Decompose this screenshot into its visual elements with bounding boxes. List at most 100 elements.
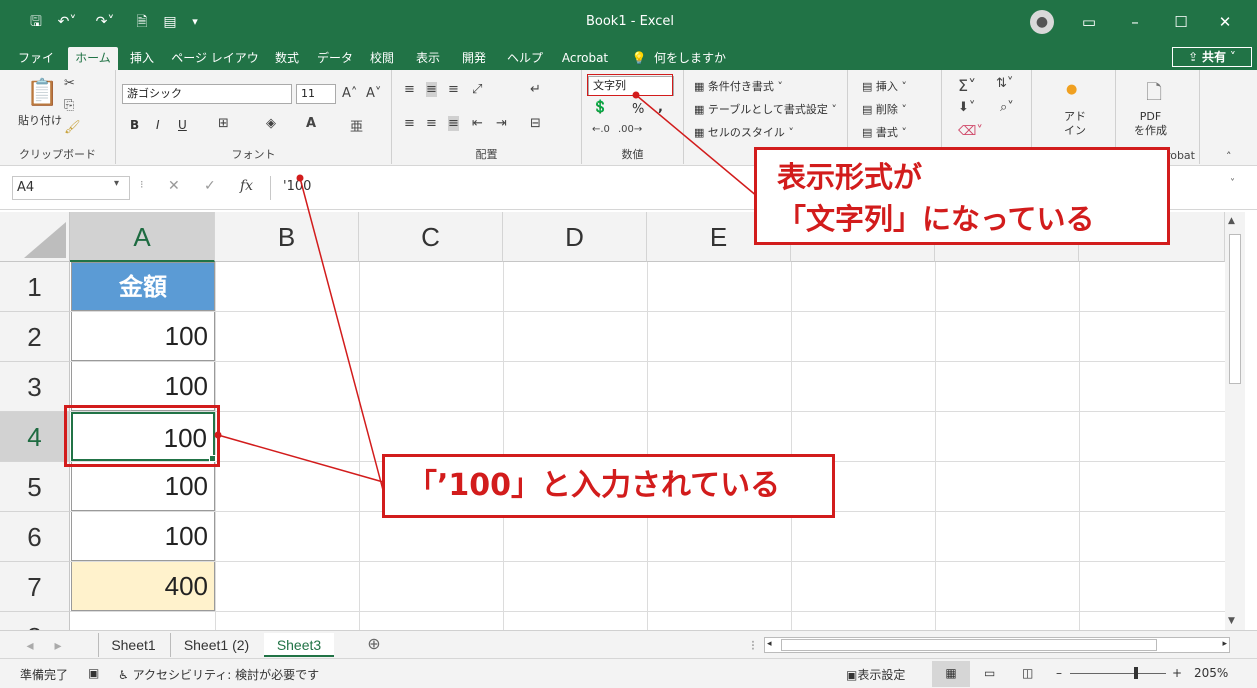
font-color-icon[interactable]: A <box>306 116 316 131</box>
row-header-4[interactable]: 4 <box>0 412 70 462</box>
underline-button[interactable]: U <box>178 118 187 132</box>
cancel-icon[interactable]: ✕ <box>168 178 180 194</box>
cell-a6[interactable]: 100 <box>71 512 215 561</box>
column-header-c[interactable]: C <box>359 212 503 262</box>
redo-icon[interactable]: ↷˅ <box>92 12 118 32</box>
decrease-decimal-icon[interactable]: .00→ <box>618 124 642 135</box>
scroll-left-icon[interactable]: ◂ <box>767 639 772 649</box>
cut-icon[interactable]: ✂ <box>64 76 75 91</box>
conditional-formatting-button[interactable]: ▦ 条件付き書式 ˅ <box>694 78 783 94</box>
tab-page-layout[interactable]: ページ レイアウト <box>168 47 262 88</box>
select-all-corner[interactable] <box>0 212 70 262</box>
expand-formula-icon[interactable]: ˅ <box>1230 178 1235 189</box>
addins-icon[interactable]: ● <box>1066 82 1077 97</box>
orientation-icon[interactable]: ⤢ <box>472 82 482 97</box>
zoom-in-icon[interactable]: + <box>1172 666 1182 680</box>
fill-icon[interactable]: ⬇˅ <box>958 100 975 115</box>
restore-button[interactable]: ☐ <box>1166 10 1196 34</box>
tab-acrobat[interactable]: Acrobat <box>556 47 614 70</box>
copy-icon[interactable]: ⎘ <box>64 98 74 113</box>
align-left-icon[interactable]: ≡ <box>404 116 415 131</box>
form-icon[interactable]: ▤ <box>160 12 180 32</box>
page-layout-view-icon[interactable]: ▭ <box>984 666 995 680</box>
tab-file[interactable]: ファイル <box>14 47 58 88</box>
zoom-slider[interactable] <box>1070 673 1166 674</box>
save-icon[interactable]: 🖫 <box>26 12 46 32</box>
font-name-combo[interactable]: 游ゴシック <box>122 84 292 104</box>
row-header-3[interactable]: 3 <box>0 362 70 412</box>
row-header-1[interactable]: 1 <box>0 262 70 312</box>
tab-view[interactable]: 表示 <box>410 47 446 70</box>
cell-a3[interactable]: 100 <box>71 362 215 411</box>
autosum-icon[interactable]: Σ˅ <box>958 76 976 95</box>
sheet-tab-active[interactable]: Sheet3 <box>264 633 334 657</box>
page-break-view-icon[interactable]: ◫ <box>1022 666 1033 680</box>
tab-home[interactable]: ホーム <box>68 47 118 70</box>
column-header-d[interactable]: D <box>503 212 647 262</box>
row-header-6[interactable]: 6 <box>0 512 70 562</box>
format-painter-icon[interactable]: 🖌 <box>64 120 81 135</box>
vertical-scroll-thumb[interactable] <box>1229 234 1241 384</box>
borders-icon[interactable]: ⊞ <box>218 116 229 131</box>
name-box[interactable]: A4 <box>12 176 130 200</box>
tab-formulas[interactable]: 数式 <box>268 47 306 70</box>
zoom-out-icon[interactable]: – <box>1056 666 1062 680</box>
cell-a7[interactable]: 400 <box>71 562 215 611</box>
insert-cells-button[interactable]: ▤ 挿入 ˅ <box>862 78 907 94</box>
fill-color-icon[interactable]: ◈ <box>266 116 276 131</box>
accessibility-status[interactable]: ♿ アクセシビリティ: 検討が必要です <box>118 666 319 683</box>
accounting-format-icon[interactable]: 💲 <box>592 100 608 115</box>
enter-icon[interactable]: ✓ <box>204 178 216 194</box>
format-as-table-button[interactable]: ▦ テーブルとして書式設定 ˅ <box>694 101 837 117</box>
prev-sheet-icon[interactable]: ◂ <box>22 633 38 657</box>
vertical-scrollbar[interactable]: ▲ ▼ <box>1225 212 1245 630</box>
pdf-icon[interactable]: 🗋 <box>1146 78 1162 112</box>
row-header-5[interactable]: 5 <box>0 462 70 512</box>
tab-developer[interactable]: 開発 <box>456 47 492 70</box>
addins-button[interactable]: アド イン <box>1064 110 1086 138</box>
increase-decimal-icon[interactable]: ←.0 <box>592 124 610 135</box>
wrap-text-icon[interactable]: ↵ <box>530 82 541 97</box>
column-header-a[interactable]: A <box>70 212 215 262</box>
collapse-ribbon-icon[interactable]: ˄ <box>1226 150 1232 163</box>
row-header-7[interactable]: 7 <box>0 562 70 612</box>
cell-a1[interactable]: 金額 <box>71 262 215 311</box>
account-icon[interactable]: ● <box>1030 10 1054 34</box>
increase-indent-icon[interactable]: ⇥ <box>496 116 507 131</box>
tab-review[interactable]: 校閲 <box>364 47 400 70</box>
name-box-dropdown-icon[interactable]: ▾ <box>114 178 119 189</box>
tell-me-search[interactable]: 何をしますか <box>652 47 728 70</box>
align-middle-icon[interactable]: ≡ <box>426 82 437 97</box>
format-cells-button[interactable]: ▤ 書式 ˅ <box>862 124 907 140</box>
italic-button[interactable]: I <box>156 118 160 132</box>
align-bottom-icon[interactable]: ≡ <box>448 82 459 97</box>
zoom-slider-thumb[interactable] <box>1134 667 1138 679</box>
scroll-down-icon[interactable]: ▼ <box>1228 616 1235 626</box>
minimize-button[interactable]: – <box>1120 10 1150 34</box>
normal-view-icon[interactable]: ▦ <box>932 661 970 687</box>
delete-cells-button[interactable]: ▤ 削除 ˅ <box>862 101 907 117</box>
comma-style-button[interactable]: , <box>658 100 663 115</box>
undo-icon[interactable]: ↶˅ <box>54 12 80 32</box>
paste-icon[interactable]: 📋 <box>26 78 58 108</box>
split-handle-icon[interactable]: ⁝ <box>748 633 758 657</box>
cell-styles-button[interactable]: ▦ セルのスタイル ˅ <box>694 124 794 140</box>
column-header-b[interactable]: B <box>215 212 359 262</box>
formula-input[interactable]: '100 <box>270 176 750 200</box>
cell-a2[interactable]: 100 <box>71 312 215 361</box>
close-button[interactable]: ✕ <box>1210 10 1240 34</box>
display-settings-button[interactable]: ▣表示設定 <box>846 666 905 683</box>
tab-insert[interactable]: 挿入 <box>124 47 160 70</box>
create-pdf-button[interactable]: PDF を作成 <box>1134 110 1167 138</box>
cell-a5[interactable]: 100 <box>71 462 215 511</box>
phonetic-icon[interactable]: 亜 <box>350 116 363 135</box>
horizontal-scroll-thumb[interactable] <box>781 639 1157 651</box>
sheet-tab[interactable]: Sheet1 <box>98 633 168 657</box>
print-preview-icon[interactable]: 🗎 <box>132 12 152 32</box>
percent-style-button[interactable]: % <box>632 102 644 117</box>
horizontal-scrollbar[interactable]: ◂ ▸ <box>764 637 1230 653</box>
paste-button[interactable]: 貼り付け <box>18 112 62 128</box>
share-button[interactable]: ⇪ 共有 ˅ <box>1172 47 1252 67</box>
align-center-icon[interactable]: ≡ <box>426 116 437 131</box>
tab-data[interactable]: データ <box>312 47 358 70</box>
